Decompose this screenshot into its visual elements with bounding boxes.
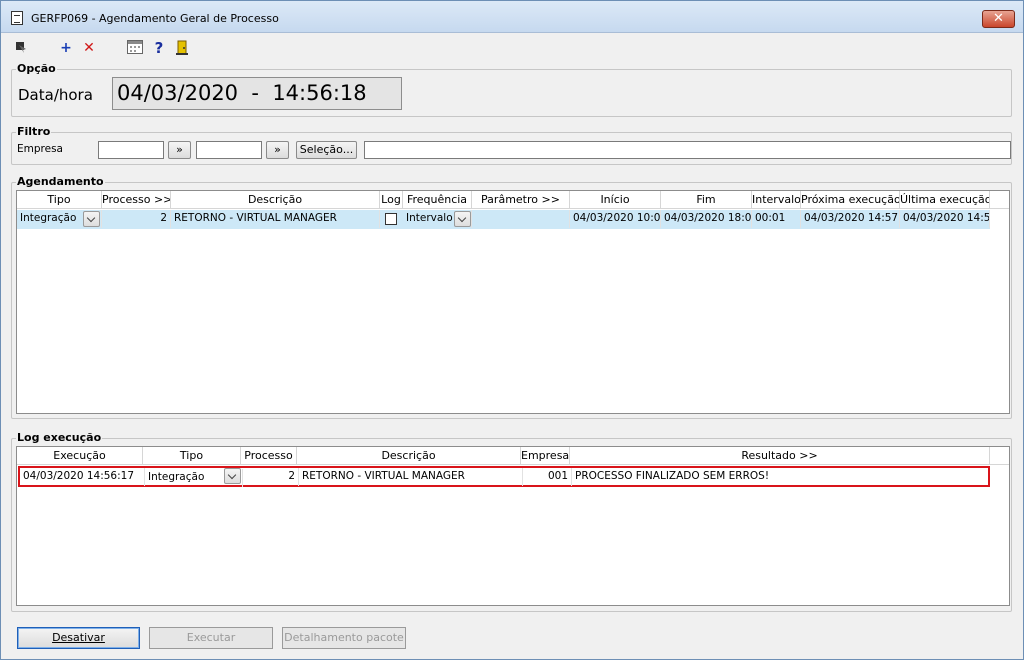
- cell-execucao: 04/03/2020 14:56:17: [20, 468, 145, 486]
- col-header-inicio[interactable]: Início: [570, 191, 661, 209]
- col-header-fim[interactable]: Fim: [661, 191, 752, 209]
- document-icon: [11, 11, 23, 25]
- door-icon[interactable]: [174, 40, 190, 56]
- close-button[interactable]: ✕: [982, 10, 1015, 28]
- agendamento-label: Agendamento: [16, 175, 105, 188]
- log-label: Log execução: [16, 431, 103, 444]
- toolbar: + ✕ ?: [1, 34, 1023, 61]
- exit-icon[interactable]: [13, 40, 29, 56]
- col-header-intervalo[interactable]: Intervalo: [752, 191, 801, 209]
- col-header-parametro[interactable]: Parâmetro >>: [472, 191, 570, 209]
- col-header-log-tipo[interactable]: Tipo: [143, 447, 241, 465]
- help-icon[interactable]: ?: [151, 40, 167, 56]
- empresa-start-input[interactable]: [98, 141, 164, 159]
- cell-proxima: 04/03/2020 14:57: [801, 210, 900, 228]
- frequencia-dropdown-button[interactable]: [454, 211, 471, 227]
- cell-descricao: RETORNO - VIRTUAL MANAGER: [171, 210, 380, 228]
- cell-fim: 04/03/2020 18:00: [661, 210, 752, 228]
- add-icon[interactable]: +: [58, 40, 74, 56]
- cell-inicio: 04/03/2020 10:00: [570, 210, 661, 228]
- detalhamento-pacote-button[interactable]: Detalhamento pacote: [282, 627, 406, 649]
- cell-log-descricao: RETORNO - VIRTUAL MANAGER: [299, 468, 523, 486]
- empresa-start-lookup-button[interactable]: »: [168, 141, 191, 159]
- title-bar: GERFP069 - Agendamento Geral de Processo…: [1, 1, 1023, 33]
- cell-empresa: 001: [523, 468, 572, 486]
- cell-log-processo: 2: [243, 468, 299, 486]
- col-header-tipo[interactable]: Tipo: [17, 191, 102, 209]
- col-header-resultado[interactable]: Resultado >>: [570, 447, 990, 465]
- empresa-label: Empresa: [17, 143, 63, 155]
- selecao-display-input[interactable]: [364, 141, 1011, 159]
- opcao-label: Opção: [16, 62, 57, 75]
- col-header-execucao[interactable]: Execução: [17, 447, 143, 465]
- table-row[interactable]: 04/03/2020 14:56:17 Integração 2 RETORNO…: [18, 466, 990, 487]
- desativar-button[interactable]: Desativar: [17, 627, 140, 649]
- executar-button[interactable]: Executar: [149, 627, 273, 649]
- col-header-log-descricao[interactable]: Descrição: [297, 447, 521, 465]
- log-grid[interactable]: Execução Tipo Processo Descrição Empresa…: [16, 446, 1010, 606]
- cell-parametro: [472, 210, 570, 228]
- datetime-display: 04/03/2020 - 14:56:18: [112, 77, 402, 110]
- col-header-proxima[interactable]: Próxima execução: [801, 191, 900, 209]
- cell-processo: 2: [102, 210, 171, 228]
- log-checkbox[interactable]: [385, 213, 397, 225]
- window-title: GERFP069 - Agendamento Geral de Processo: [31, 12, 279, 25]
- selecao-button[interactable]: Seleção...: [296, 141, 357, 159]
- log-tipo-dropdown-button[interactable]: [224, 468, 241, 484]
- col-header-log-spacer: [990, 447, 1009, 465]
- col-header-ultima[interactable]: Última execução: [900, 191, 990, 209]
- col-header-processo[interactable]: Processo >>: [102, 191, 171, 209]
- delete-icon[interactable]: ✕: [81, 40, 97, 56]
- col-header-descricao[interactable]: Descrição: [171, 191, 380, 209]
- tipo-dropdown-button[interactable]: [83, 211, 100, 227]
- col-header-empresa[interactable]: Empresa: [521, 447, 570, 465]
- calendar-icon[interactable]: [127, 40, 143, 56]
- col-header-log-processo[interactable]: Processo: [241, 447, 297, 465]
- agendamento-grid[interactable]: Tipo Processo >> Descrição Log Frequênci…: [16, 190, 1010, 414]
- filtro-label: Filtro: [16, 125, 52, 138]
- main-window: GERFP069 - Agendamento Geral de Processo…: [0, 0, 1024, 660]
- table-row[interactable]: Integração 2 RETORNO - VIRTUAL MANAGER I…: [17, 210, 990, 229]
- col-header-log[interactable]: Log: [380, 191, 403, 209]
- empresa-end-lookup-button[interactable]: »: [266, 141, 289, 159]
- cell-resultado: PROCESSO FINALIZADO SEM ERROS!: [575, 470, 770, 482]
- datetime-label: Data/hora: [18, 86, 93, 104]
- col-header-spacer: [990, 191, 1009, 209]
- cell-intervalo: 00:01: [752, 210, 801, 228]
- empresa-end-input[interactable]: [196, 141, 262, 159]
- cell-ultima: 04/03/2020 14:56: [900, 210, 990, 228]
- col-header-frequencia[interactable]: Frequência: [403, 191, 472, 209]
